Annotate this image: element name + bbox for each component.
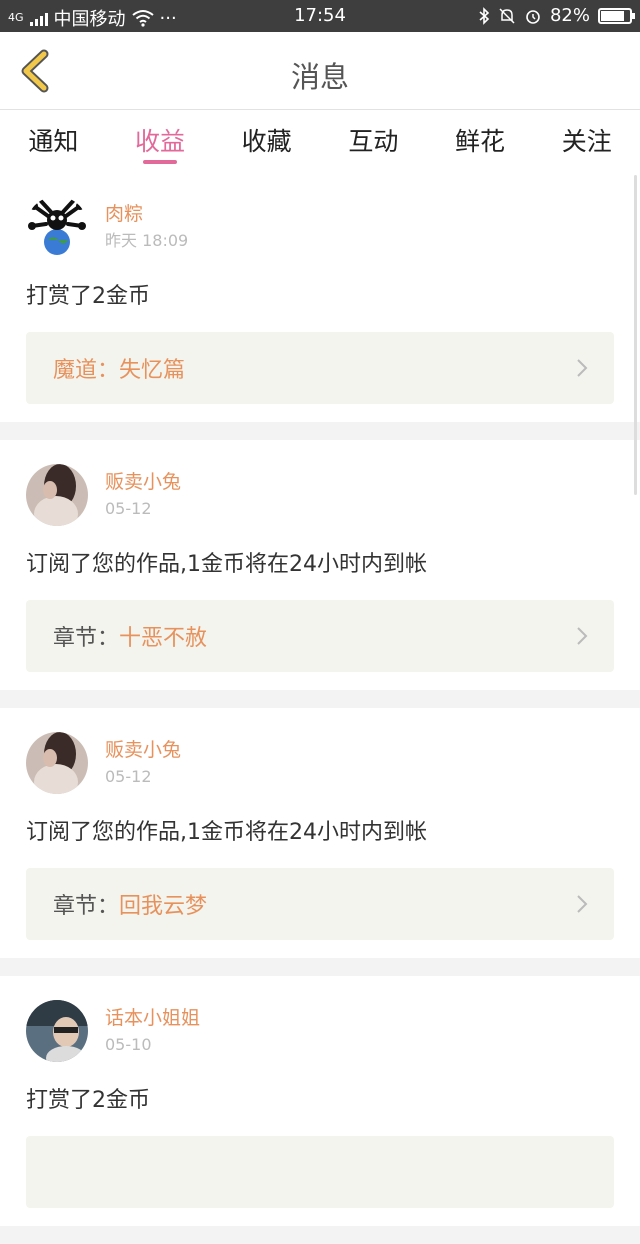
message-time: 05-10 bbox=[105, 1035, 152, 1054]
work-link[interactable]: 魔道： 失忆篇 bbox=[26, 332, 614, 404]
work-link[interactable]: 章节： 回我云梦 bbox=[26, 868, 614, 940]
status-right: 82% bbox=[478, 5, 635, 26]
work-prefix: 魔道： bbox=[53, 358, 120, 383]
user-name[interactable]: 贩卖小兔 bbox=[105, 737, 181, 763]
avatar[interactable] bbox=[26, 732, 88, 794]
avatar[interactable] bbox=[26, 196, 88, 258]
list-item: 贩卖小兔 05-12 订阅了您的作品,1金币将在24小时内到帐 章节： 十恶不赦 bbox=[0, 440, 640, 690]
alarm-icon bbox=[526, 9, 540, 24]
message-time: 05-12 bbox=[105, 767, 152, 786]
user-name[interactable]: 贩卖小兔 bbox=[105, 469, 181, 495]
tab-favorites[interactable]: 收藏 bbox=[213, 110, 320, 172]
tab-flowers[interactable]: 鲜花 bbox=[427, 110, 534, 172]
nav-header: 消息 bbox=[0, 32, 640, 110]
user-name[interactable]: 话本小姐姐 bbox=[105, 1005, 200, 1031]
chevron-right-icon bbox=[577, 895, 588, 913]
scrollbar[interactable] bbox=[634, 175, 637, 495]
message-text: 订阅了您的作品,1金币将在24小时内到帐 bbox=[26, 820, 427, 845]
list-item: 肉粽 昨天 18:09 打赏了2金币 魔道： 失忆篇 bbox=[0, 172, 640, 422]
tab-earnings[interactable]: 收益 bbox=[107, 110, 214, 172]
user-name[interactable]: 肉粽 bbox=[105, 201, 188, 227]
tab-bar: 通知 收益 收藏 互动 鲜花 关注 bbox=[0, 110, 640, 172]
message-time: 05-12 bbox=[105, 499, 152, 518]
avatar[interactable] bbox=[26, 1000, 88, 1062]
chevron-right-icon bbox=[577, 359, 588, 377]
status-bar: 4G 中国移动 ··· 17:54 82% bbox=[0, 0, 640, 32]
battery-fill bbox=[601, 10, 624, 21]
tab-notice[interactable]: 通知 bbox=[0, 110, 107, 172]
chevron-right-icon bbox=[577, 627, 588, 645]
work-title: 回我云梦 bbox=[119, 894, 208, 919]
message-text: 打赏了2金币 bbox=[26, 1088, 150, 1113]
work-link[interactable] bbox=[26, 1136, 614, 1208]
bluetooth-icon bbox=[479, 6, 490, 25]
work-link[interactable]: 章节： 十恶不赦 bbox=[26, 600, 614, 672]
work-title: 失忆篇 bbox=[119, 358, 186, 383]
mute-bell-icon bbox=[499, 7, 515, 24]
tab-interaction[interactable]: 互动 bbox=[320, 110, 427, 172]
page-title: 消息 bbox=[290, 60, 349, 94]
list-item: 话本小姐姐 05-10 打赏了2金币 bbox=[0, 976, 640, 1226]
work-title: 十恶不赦 bbox=[119, 626, 208, 651]
battery-percent: 82% bbox=[549, 5, 590, 26]
battery-icon bbox=[598, 7, 635, 24]
work-prefix: 章节： bbox=[53, 626, 120, 651]
message-text: 订阅了您的作品,1金币将在24小时内到帐 bbox=[26, 552, 427, 577]
tab-follow[interactable]: 关注 bbox=[533, 110, 640, 172]
message-text: 打赏了2金币 bbox=[26, 284, 150, 309]
message-list: 肉粽 昨天 18:09 打赏了2金币 魔道： 失忆篇 贩卖小兔 05-12 订阅了… bbox=[0, 172, 640, 1244]
list-item: 贩卖小兔 05-12 订阅了您的作品,1金币将在24小时内到帐 章节： 回我云梦 bbox=[0, 708, 640, 958]
avatar[interactable] bbox=[26, 464, 88, 526]
message-time: 昨天 18:09 bbox=[105, 231, 189, 250]
work-prefix: 章节： bbox=[53, 894, 120, 919]
